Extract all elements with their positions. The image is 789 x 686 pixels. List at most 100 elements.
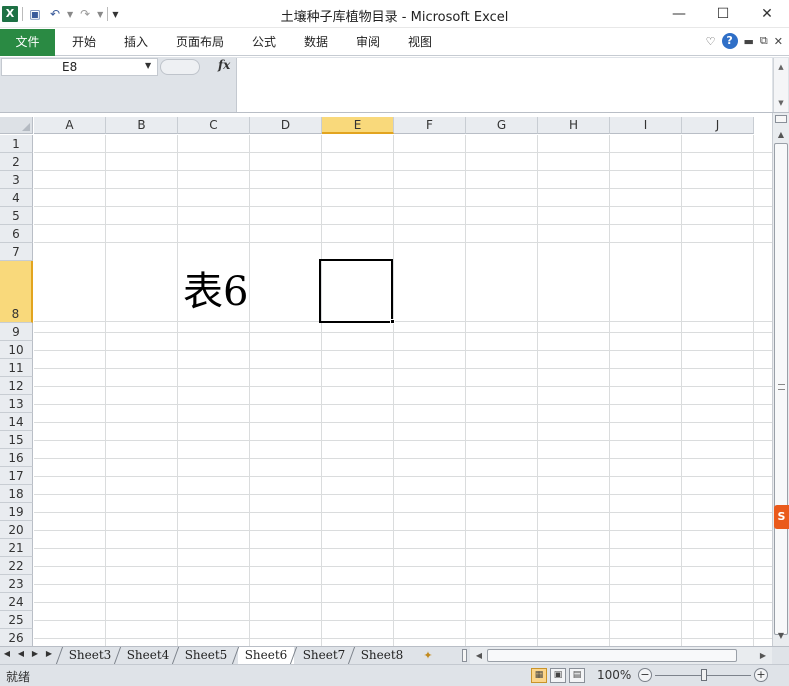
name-box-dropdown-icon[interactable]: ▼ [145,61,151,70]
row-header-19[interactable]: 19 [0,503,33,521]
sogou-ime-icon[interactable]: S [774,505,789,529]
column-header-d[interactable]: D [250,117,322,134]
collapse-ribbon-icon[interactable]: ♡ [706,35,716,48]
row-header-17[interactable]: 17 [0,467,33,485]
insert-function-icon[interactable]: fx [218,58,230,72]
row-header-24[interactable]: 24 [0,593,33,611]
help-icon[interactable]: ? [721,33,738,49]
sheet-tab-sheet6[interactable]: Sheet6 [238,647,294,664]
scroll-up-icon[interactable]: ▲ [773,127,789,143]
workbook-minimize-icon[interactable]: ▬ [744,35,754,48]
row-header-26[interactable]: 26 [0,629,33,646]
customize-icon[interactable]: ▼ [112,10,118,19]
column-header-h[interactable]: H [538,117,610,134]
prev-sheet-icon[interactable]: ◀ [16,649,26,658]
workbook-close-icon[interactable]: ✕ [774,35,783,48]
sheet-tab-sheet7[interactable]: Sheet7 [296,647,352,664]
column-header-b[interactable]: B [106,117,178,134]
scroll-right-icon[interactable]: ▶ [756,647,770,664]
scroll-down-icon[interactable]: ▼ [773,628,789,644]
tab-formulas[interactable]: 公式 [252,29,276,56]
redo-dropdown-icon[interactable]: ▼ [97,10,103,19]
formula-resize-handle[interactable] [160,59,200,75]
next-sheet-icon[interactable]: ▶ [30,649,40,658]
tab-data[interactable]: 数据 [304,29,328,56]
row-header-1[interactable]: 1 [0,135,33,153]
tab-insert[interactable]: 插入 [124,29,148,56]
active-cell-e8[interactable] [319,259,393,323]
vertical-scroll-thumb[interactable] [774,143,788,635]
column-header-c[interactable]: C [178,117,250,134]
row-header-2[interactable]: 2 [0,153,33,171]
tab-home[interactable]: 开始 [72,29,96,56]
fill-handle[interactable] [390,319,395,324]
zoom-out-icon[interactable]: − [638,668,652,682]
row-header-8[interactable]: 8 [0,261,33,323]
horizontal-scrollbar[interactable]: ◀ ▶ [470,647,772,664]
row-header-15[interactable]: 15 [0,431,33,449]
first-sheet-icon[interactable]: ◀ [2,649,12,658]
column-header-f[interactable]: F [394,117,466,134]
column-header-a[interactable]: A [34,117,106,134]
row-header-3[interactable]: 3 [0,171,33,189]
row-header-11[interactable]: 11 [0,359,33,377]
cell-c8[interactable]: 表6 [183,267,248,317]
workbook-restore-icon[interactable]: ⧉ [760,34,768,48]
save-icon[interactable]: ▣ [27,6,43,22]
row-8-cells[interactable] [34,260,772,322]
vertical-scrollbar[interactable]: ▲ ▼ [772,113,789,646]
excel-logo-icon[interactable]: X [2,6,18,22]
scroll-left-icon[interactable]: ◀ [472,647,486,664]
select-all-corner[interactable] [0,117,33,134]
row-header-13[interactable]: 13 [0,395,33,413]
page-layout-view-icon[interactable]: ▣ [550,668,566,683]
row-header-4[interactable]: 4 [0,189,33,207]
tab-review[interactable]: 审阅 [356,29,380,56]
zoom-level[interactable]: 100% [597,668,631,682]
row-header-20[interactable]: 20 [0,521,33,539]
undo-dropdown-icon[interactable]: ▼ [67,10,73,19]
normal-view-icon[interactable]: ▦ [531,668,547,683]
sheet-tab-sheet3[interactable]: Sheet3 [62,647,118,664]
zoom-slider-knob[interactable] [701,669,707,681]
row-header-6[interactable]: 6 [0,225,33,243]
row-header-21[interactable]: 21 [0,539,33,557]
column-header-e[interactable]: E [322,117,394,134]
column-header-j[interactable]: J [682,117,754,134]
column-header-g[interactable]: G [466,117,538,134]
scroll-up-icon[interactable]: ▲ [774,58,788,76]
row-header-10[interactable]: 10 [0,341,33,359]
page-break-view-icon[interactable]: ▤ [569,668,585,683]
row-header-9[interactable]: 9 [0,323,33,341]
undo-icon[interactable]: ↶ [47,6,63,22]
row-header-22[interactable]: 22 [0,557,33,575]
sheet-tab-sheet5[interactable]: Sheet5 [178,647,234,664]
insert-sheet-icon[interactable]: ✦ [420,648,436,663]
row-header-5[interactable]: 5 [0,207,33,225]
last-sheet-icon[interactable]: ▶ [44,649,54,658]
split-box[interactable] [775,115,787,123]
row-header-12[interactable]: 12 [0,377,33,395]
sheet-tab-sheet4[interactable]: Sheet4 [120,647,176,664]
formula-bar-scroll[interactable]: ▲ ▼ [773,58,788,112]
close-icon[interactable]: ✕ [745,0,789,28]
column-header-i[interactable]: I [610,117,682,134]
tab-page-layout[interactable]: 页面布局 [176,29,224,56]
horizontal-scroll-thumb[interactable] [487,649,737,662]
tab-view[interactable]: 视图 [408,29,432,56]
row-header-16[interactable]: 16 [0,449,33,467]
redo-icon[interactable]: ↷ [77,6,93,22]
formula-input[interactable] [236,58,772,112]
row-header-7[interactable]: 7 [0,243,33,261]
tab-split-handle[interactable] [462,649,467,662]
row-header-18[interactable]: 18 [0,485,33,503]
zoom-in-icon[interactable]: + [754,668,768,682]
row-header-14[interactable]: 14 [0,413,33,431]
row-header-25[interactable]: 25 [0,611,33,629]
name-box[interactable]: E8 [1,58,158,76]
maximize-icon[interactable]: ☐ [701,0,745,28]
tab-file[interactable]: 文件 [0,29,55,56]
worksheet-grid[interactable]: ABCDEFGHIJ 1 2 3 4 5 6 7 8 9 10 11 12 13 14 15 16 17 18 19… [0,117,772,646]
cell-area[interactable] [34,135,772,646]
row-header-23[interactable]: 23 [0,575,33,593]
